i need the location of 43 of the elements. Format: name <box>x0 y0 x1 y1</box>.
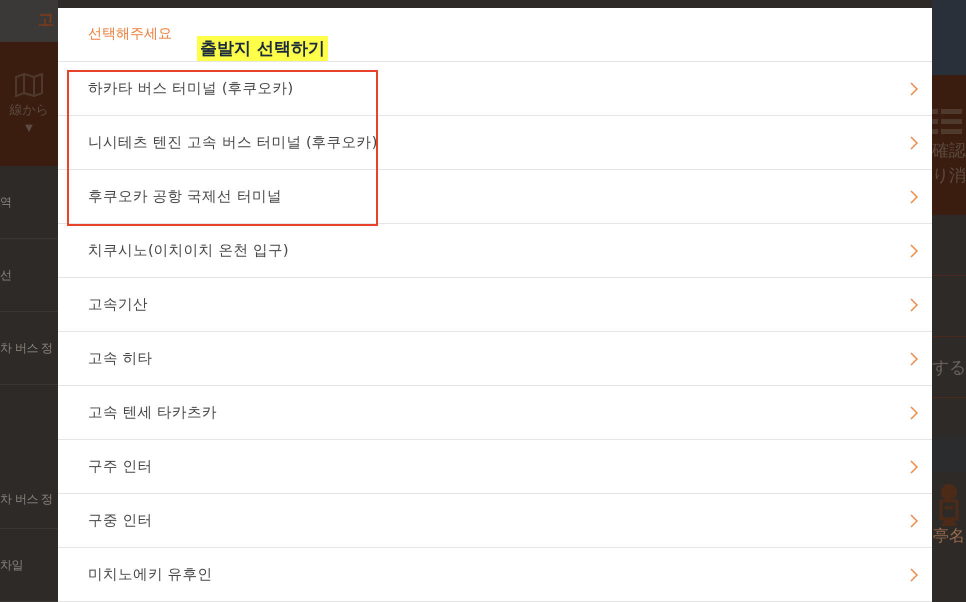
page-title-fragment: 고 <box>38 10 55 32</box>
background-row-text: 선 <box>0 266 12 284</box>
chevron-right-icon <box>910 190 918 204</box>
option-label: 고속 히타 <box>88 350 153 368</box>
background-row-text: 차 버스 정 <box>0 340 53 356</box>
caret-icon: ▼ <box>25 123 33 134</box>
terminal-option[interactable]: 고속 히타 <box>58 332 932 386</box>
terminal-option[interactable]: 구주 인터 <box>58 440 932 494</box>
list-icon <box>932 107 962 137</box>
terminal-option[interactable]: 구중 인터 <box>58 494 932 548</box>
background-row-text: 차 버스 정 <box>0 491 53 508</box>
terminal-option[interactable]: 미치노에키 유후인 <box>58 548 932 602</box>
option-label: 구중 인터 <box>88 512 153 530</box>
background-row-text: 역 <box>0 194 12 210</box>
terminal-option[interactable]: 후쿠오카 공항 국제선 터미널 <box>58 170 932 224</box>
map-icon <box>14 73 44 98</box>
option-label: 고속기산 <box>88 296 148 314</box>
option-label: 미치노에키 유후인 <box>88 566 213 584</box>
option-label: 치쿠시노(이치이치 온천 입구) <box>88 242 289 260</box>
dialog-title: 선택해주세요 <box>88 25 172 43</box>
option-label: 니시테츠 텐진 고속 버스 터미널 (후쿠오카) <box>88 134 378 152</box>
chevron-right-icon <box>910 568 918 582</box>
option-label: 구주 인터 <box>88 458 153 476</box>
terminal-option[interactable]: 치쿠시노(이치이치 온천 입구) <box>58 224 932 278</box>
chevron-right-icon <box>910 352 918 366</box>
option-label: 고속 텐세 타카츠카 <box>88 404 218 422</box>
background-row-text: 차일 <box>0 556 23 574</box>
option-label: 후쿠오카 공항 국제선 터미널 <box>88 188 282 206</box>
terminal-option[interactable]: 니시테츠 텐진 고속 버스 터미널 (후쿠오카) <box>58 116 932 170</box>
chevron-right-icon <box>910 298 918 312</box>
chevron-right-icon <box>910 460 918 474</box>
option-label: 하카타 버스 터미널 (후쿠오카) <box>88 80 294 98</box>
annotation-label: 출발지 선택하기 <box>197 36 328 61</box>
chevron-right-icon <box>910 136 918 150</box>
terminal-option[interactable]: 고속기산 <box>58 278 932 332</box>
chevron-right-icon <box>910 406 918 420</box>
terminal-option[interactable]: 고속 텐세 타카츠카 <box>58 386 932 440</box>
background-row-text: する <box>932 356 966 378</box>
chevron-right-icon <box>910 244 918 258</box>
background-label: 亭名 <box>933 526 965 547</box>
chevron-right-icon <box>910 82 918 96</box>
terminal-option[interactable]: 하카타 버스 터미널 (후쿠오카) <box>58 62 932 116</box>
chevron-right-icon <box>910 514 918 528</box>
